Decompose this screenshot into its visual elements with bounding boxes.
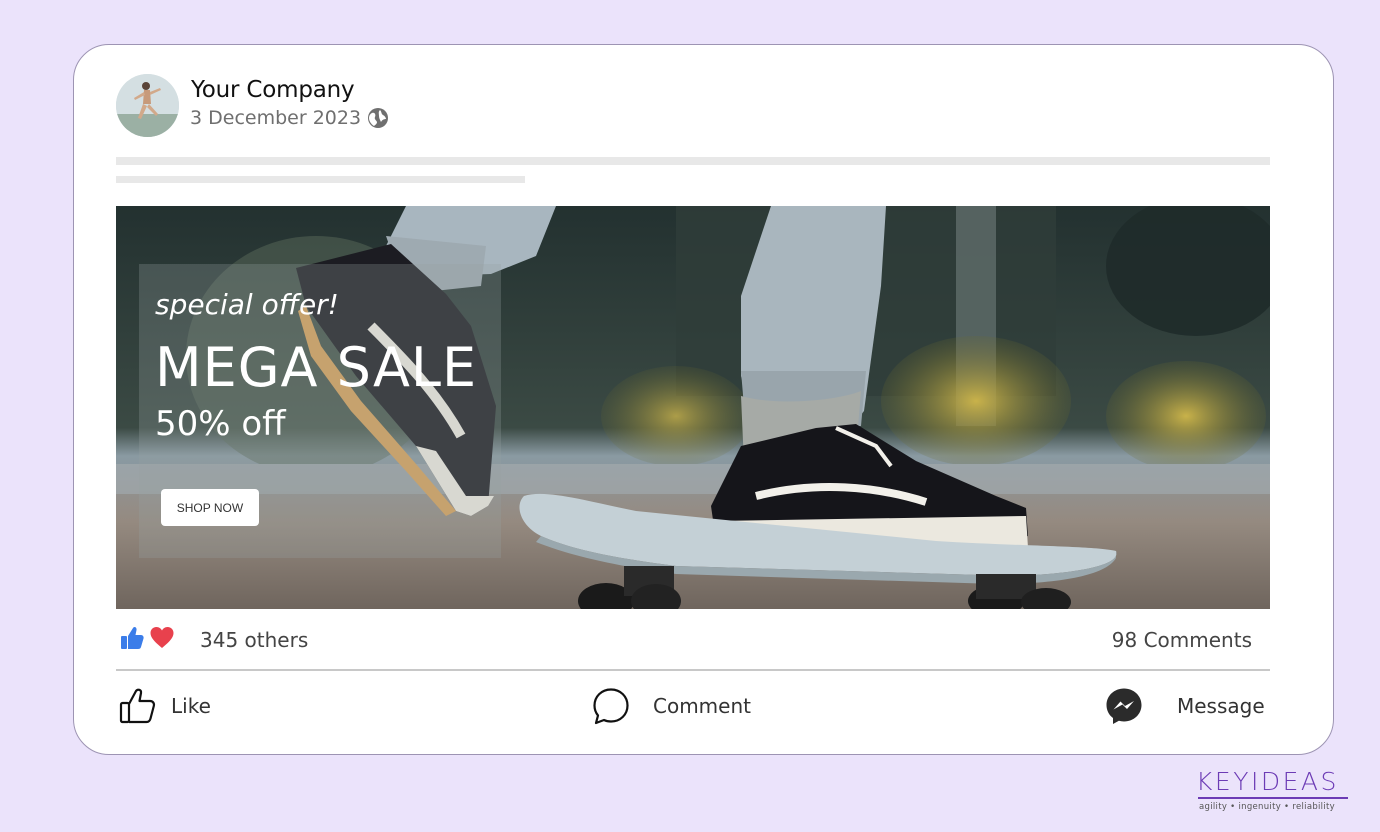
post-date[interactable]: 3 December 2023 <box>190 107 361 129</box>
love-reaction-icon <box>149 625 175 651</box>
avatar[interactable] <box>116 74 179 137</box>
logo-tagline: agility • ingenuity • reliability <box>1199 801 1335 812</box>
brand-logo: KEYIDEAS agility • ingenuity • reliabili… <box>1196 768 1352 818</box>
message-label: Message <box>1177 694 1265 718</box>
social-post-card: Your Company 3 December 2023 special off… <box>73 44 1334 755</box>
reaction-count[interactable]: 345 others <box>200 628 308 652</box>
discount-text: 50% off <box>155 404 286 444</box>
text-placeholder-line <box>116 176 525 183</box>
comment-label: Comment <box>653 694 751 718</box>
globe-icon <box>367 107 389 129</box>
comment-button[interactable]: Comment <box>592 687 751 725</box>
post-image-banner[interactable]: special offer! MEGA SALE 50% off SHOP NO… <box>116 206 1270 609</box>
author-name[interactable]: Your Company <box>191 77 355 103</box>
messenger-icon <box>1105 687 1143 725</box>
message-button[interactable]: Message <box>1105 687 1265 725</box>
comment-count[interactable]: 98 Comments <box>1112 628 1252 652</box>
thumbs-up-icon <box>119 687 157 725</box>
like-label: Like <box>171 694 211 718</box>
like-button[interactable]: Like <box>119 687 211 725</box>
text-placeholder-line <box>116 157 1270 165</box>
divider <box>116 669 1270 671</box>
offer-tagline: special offer! <box>155 288 339 321</box>
logo-wordmark: KEYIDEAS <box>1196 767 1339 796</box>
like-reaction-icon <box>119 625 145 651</box>
sale-headline: MEGA SALE <box>155 336 478 399</box>
comment-bubble-icon <box>592 687 630 725</box>
logo-rule <box>1198 797 1348 799</box>
post-meta: 3 December 2023 <box>190 107 389 129</box>
reaction-icons[interactable] <box>119 625 175 651</box>
shop-now-button[interactable]: SHOP NOW <box>161 489 259 526</box>
